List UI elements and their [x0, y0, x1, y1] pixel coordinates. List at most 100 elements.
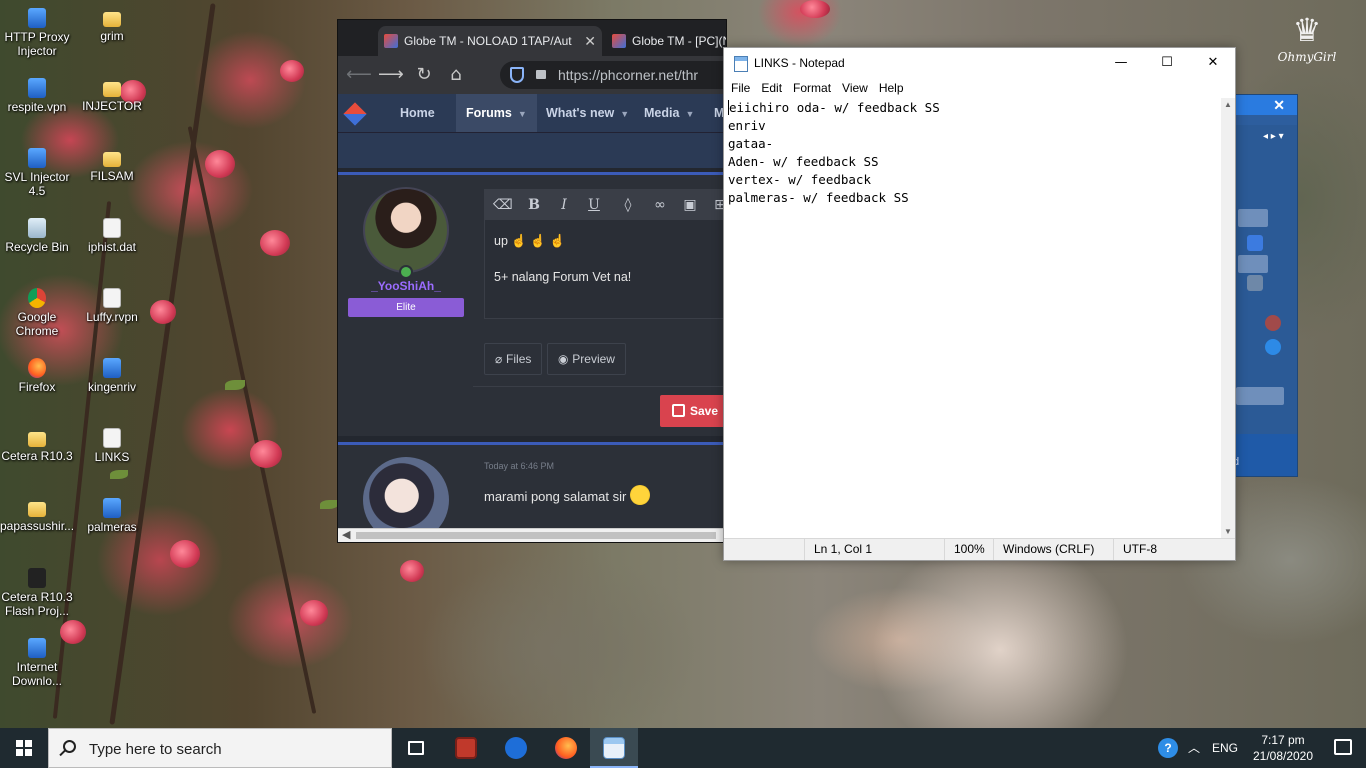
menu-format[interactable]: Format: [787, 78, 836, 98]
desktop-icon[interactable]: HTTP Proxy Injector: [0, 8, 74, 58]
input-field[interactable]: [1238, 255, 1268, 273]
desktop-icon[interactable]: grim: [75, 8, 149, 43]
close-button[interactable]: ✕: [1190, 48, 1236, 78]
files-button[interactable]: ⌀ Files: [484, 343, 543, 375]
color-drop-icon[interactable]: ◊: [619, 196, 637, 214]
taskbar-app[interactable]: [492, 728, 540, 768]
close-icon[interactable]: ✕: [1273, 95, 1285, 115]
refresh-icon[interactable]: [1265, 339, 1281, 355]
chevron-down-icon[interactable]: ▼: [518, 109, 527, 119]
desktop-icon-label: grim: [100, 29, 124, 43]
desktop-icon-label: kingenriv: [87, 380, 137, 394]
desktop-icon[interactable]: Recycle Bin: [0, 218, 74, 254]
start-button[interactable]: [0, 728, 48, 768]
eraser-icon[interactable]: ⌫: [493, 196, 513, 214]
menu-view[interactable]: View: [836, 78, 873, 98]
desktop-icon[interactable]: Cetera R10.3: [0, 428, 74, 463]
rich-text-editor[interactable]: ⌫ B I U ◊ ∞ ▣ ⊞ up ☝ ☝ ☝ 5+ nalang Forum…: [484, 189, 726, 319]
scroll-down-icon[interactable]: ▼: [1224, 527, 1232, 536]
nav-forums[interactable]: Forums ▼: [456, 94, 537, 132]
desktop-icon[interactable]: Luffy.rvpn: [75, 288, 149, 324]
image-icon[interactable]: ▣: [681, 196, 699, 214]
taskbar-app[interactable]: [442, 728, 490, 768]
nav-media[interactable]: Media ▼: [634, 94, 704, 132]
link-icon[interactable]: ∞: [651, 196, 669, 214]
show-hidden-icons-button[interactable]: ︿: [1186, 728, 1202, 768]
bold-icon[interactable]: B: [525, 196, 543, 214]
chevron-down-icon[interactable]: ▼: [620, 109, 629, 119]
taskbar-notepad[interactable]: [590, 728, 638, 768]
horizontal-scrollbar[interactable]: ◀: [338, 528, 726, 542]
desktop-icon[interactable]: FILSAM: [75, 148, 149, 183]
vertical-scrollbar[interactable]: ▲ ▼: [1221, 98, 1235, 538]
chevron-down-icon[interactable]: ▼: [685, 109, 694, 119]
back-arrow-icon[interactable]: ⟵: [346, 64, 372, 86]
wallpaper-blossom: [150, 300, 176, 324]
desktop-icon[interactable]: Firefox: [0, 358, 74, 394]
wallpaper-blossom: [400, 560, 424, 582]
menu-help[interactable]: Help: [873, 78, 909, 98]
browser-window[interactable]: Globe TM - NOLOAD 1TAP/Aut ✕ Globe TM - …: [337, 19, 727, 543]
help-tray[interactable]: ?: [1156, 728, 1180, 768]
desktop-icon[interactable]: LINKS: [75, 428, 149, 464]
notification-icon[interactable]: [1334, 739, 1352, 755]
close-tab-icon[interactable]: ✕: [584, 26, 596, 56]
text-line: vertex- w/ feedback: [728, 172, 871, 187]
browser-tab-active[interactable]: Globe TM - NOLOAD 1TAP/Aut ✕: [378, 26, 602, 56]
scroll-up-icon[interactable]: ▲: [1224, 100, 1232, 109]
save-icon[interactable]: [1247, 235, 1263, 251]
preview-button[interactable]: ◉ Preview: [547, 343, 626, 375]
desktop-icon[interactable]: INJECTOR: [75, 78, 149, 113]
home-icon[interactable]: ⌂: [444, 64, 468, 86]
button[interactable]: [1236, 387, 1284, 405]
save-button[interactable]: Save: [660, 395, 726, 427]
record-icon[interactable]: [1265, 315, 1281, 331]
menu-file[interactable]: File: [724, 78, 755, 98]
background-app-window[interactable]: ✕ ◂ ▸ ▾ d: [1232, 94, 1298, 477]
desktop-icon[interactable]: kingenriv: [75, 358, 149, 394]
input-field[interactable]: [1238, 209, 1268, 227]
post-timestamp[interactable]: Today at 6:46 PM: [484, 461, 554, 471]
folder-icon: [28, 432, 46, 447]
minimize-button[interactable]: —: [1098, 48, 1144, 78]
italic-icon[interactable]: I: [555, 196, 573, 214]
address-bar[interactable]: https://phcorner.net/thr: [500, 61, 726, 89]
search-box[interactable]: Type here to search: [48, 728, 392, 768]
language-indicator[interactable]: ENG: [1212, 728, 1240, 768]
recycle-bin-icon: [28, 218, 46, 238]
avatar[interactable]: [363, 187, 449, 273]
browser-tab[interactable]: Globe TM - [PC](NoLoad)Sino ✕: [606, 26, 726, 56]
site-logo-icon[interactable]: [343, 102, 367, 126]
nav-whats-new[interactable]: What's new ▼: [536, 94, 639, 132]
desktop-icon[interactable]: papassushir...: [0, 498, 74, 533]
nav-home[interactable]: Home: [390, 94, 445, 132]
text-editor-area[interactable]: eiichiro oda- w/ feedback SS enriv gataa…: [724, 98, 1222, 538]
underline-icon[interactable]: U: [585, 196, 603, 214]
taskbar-firefox[interactable]: [542, 728, 590, 768]
task-view-button[interactable]: [392, 728, 440, 768]
menu-edit[interactable]: Edit: [755, 78, 787, 98]
system-clock[interactable]: 7:17 pm 21/08/2020: [1248, 732, 1318, 764]
background-window-titlebar[interactable]: ✕: [1233, 95, 1297, 115]
windows-logo-icon: [16, 740, 32, 756]
scroll-left-icon[interactable]: ◀: [342, 529, 350, 542]
desktop-icon[interactable]: SVL Injector 4.5: [0, 148, 74, 198]
forward-arrow-icon[interactable]: ⟶: [378, 64, 404, 86]
scrollbar-thumb[interactable]: [356, 532, 716, 539]
desktop-icon[interactable]: respite.vpn: [0, 78, 74, 114]
shield-icon[interactable]: [510, 67, 524, 83]
maximize-button[interactable]: ☐: [1144, 48, 1190, 78]
desktop-icon[interactable]: Cetera R10.3 Flash Proj...: [0, 568, 74, 618]
desktop-icon[interactable]: Internet Downlo...: [0, 638, 74, 688]
desktop-icon[interactable]: Google Chrome: [0, 288, 74, 338]
desktop-icon[interactable]: iphist.dat: [75, 218, 149, 254]
check-icon[interactable]: [1247, 275, 1263, 291]
notepad-titlebar[interactable]: LINKS - Notepad — ☐ ✕: [724, 48, 1235, 78]
lock-icon[interactable]: [536, 70, 546, 79]
notepad-window[interactable]: LINKS - Notepad — ☐ ✕ File Edit Format View…: [723, 47, 1236, 561]
username[interactable]: _YooShiAh_: [348, 279, 464, 293]
desktop-icon[interactable]: palmeras: [75, 498, 149, 534]
arrows-icon[interactable]: ◂ ▸ ▾: [1263, 131, 1284, 142]
editor-body[interactable]: up ☝ ☝ ☝ 5+ nalang Forum Vet na!: [485, 220, 726, 299]
reload-icon[interactable]: ↻: [412, 64, 436, 86]
